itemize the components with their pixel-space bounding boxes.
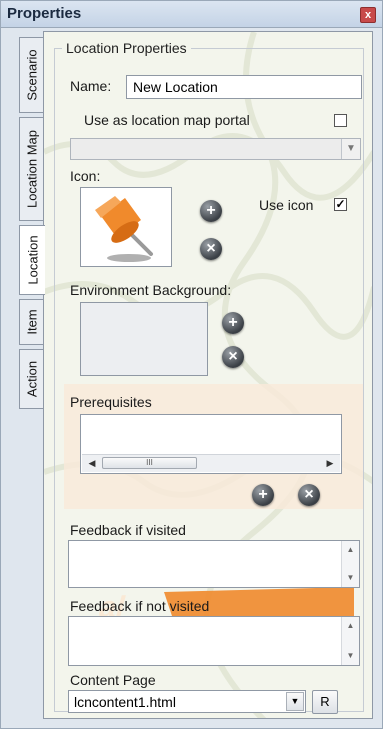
- use-icon-label: Use icon: [259, 197, 314, 213]
- icon-label: Icon:: [70, 168, 101, 184]
- scroll-down-icon[interactable]: ▼: [342, 649, 359, 663]
- pushpin-icon: [95, 196, 153, 262]
- name-input[interactable]: [126, 75, 362, 99]
- close-icon[interactable]: x: [360, 7, 376, 23]
- scroll-up-icon[interactable]: ▲: [342, 619, 359, 633]
- title-bar: Properties x: [1, 1, 382, 28]
- remove-icon-button[interactable]: ×: [200, 238, 222, 260]
- feedback-not-visited-scrollbar[interactable]: ▲ ▼: [341, 617, 359, 665]
- content-page-label: Content Page: [70, 672, 156, 688]
- refresh-content-page-button[interactable]: R: [312, 690, 338, 714]
- tab-item[interactable]: Item: [19, 299, 43, 345]
- prerequisites-list[interactable]: ◀ III ▶: [80, 414, 342, 474]
- tab-item-label: Item: [24, 309, 39, 335]
- tab-location-map-label: Location Map: [24, 129, 39, 209]
- icon-preview: [80, 187, 172, 267]
- scroll-up-icon[interactable]: ▲: [342, 543, 359, 557]
- tab-location[interactable]: Location: [19, 225, 45, 295]
- feedback-visited-label: Feedback if visited: [70, 522, 186, 538]
- prerequisites-label: Prerequisites: [70, 394, 152, 410]
- tab-location-map[interactable]: Location Map: [19, 117, 43, 221]
- chevron-down-icon: ▼: [341, 139, 360, 159]
- add-background-button[interactable]: +: [222, 312, 244, 334]
- tab-scenario[interactable]: Scenario: [19, 37, 43, 113]
- chevron-down-icon[interactable]: ▼: [286, 692, 304, 711]
- content-page-value: lcncontent1.html: [74, 694, 176, 710]
- prerequisites-hscrollbar[interactable]: ◀ III ▶: [82, 454, 340, 472]
- group-title: Location Properties: [62, 40, 191, 56]
- scroll-down-icon[interactable]: ▼: [342, 571, 359, 585]
- add-icon-button[interactable]: +: [200, 200, 222, 222]
- feedback-visited-textarea[interactable]: ▲ ▼: [68, 540, 360, 588]
- scroll-right-icon[interactable]: ▶: [322, 456, 338, 470]
- scroll-left-icon[interactable]: ◀: [84, 456, 100, 470]
- background-label: Environment Background:: [70, 282, 232, 298]
- remove-background-button[interactable]: ×: [222, 346, 244, 368]
- vertical-tab-strip: Scenario Location Map Location Item Acti…: [19, 37, 45, 657]
- location-properties-panel: al Location Properties Name: Use as loca…: [43, 31, 373, 719]
- tab-action-label: Action: [24, 360, 39, 398]
- name-label: Name:: [70, 78, 112, 94]
- tab-location-label: Location: [25, 235, 40, 285]
- use-icon-checkbox[interactable]: ✓: [334, 198, 347, 211]
- remove-prerequisite-button[interactable]: ×: [298, 484, 320, 506]
- feedback-not-visited-textarea[interactable]: ▲ ▼: [68, 616, 360, 666]
- add-prerequisite-button[interactable]: +: [252, 484, 274, 506]
- portal-map-select[interactable]: ▼: [70, 138, 361, 160]
- background-preview: [80, 302, 208, 376]
- tab-scenario-label: Scenario: [24, 49, 39, 101]
- feedback-visited-scrollbar[interactable]: ▲ ▼: [341, 541, 359, 587]
- content-page-select[interactable]: lcncontent1.html ▼: [68, 690, 306, 713]
- scroll-thumb[interactable]: III: [102, 457, 197, 469]
- tab-action[interactable]: Action: [19, 349, 43, 409]
- window-title: Properties: [7, 5, 82, 22]
- portal-checkbox[interactable]: [334, 114, 347, 127]
- portal-label: Use as location map portal: [84, 112, 250, 128]
- properties-window: Properties x Scenario Location Map Locat…: [0, 0, 383, 729]
- feedback-not-visited-label: Feedback if not visited: [70, 598, 210, 614]
